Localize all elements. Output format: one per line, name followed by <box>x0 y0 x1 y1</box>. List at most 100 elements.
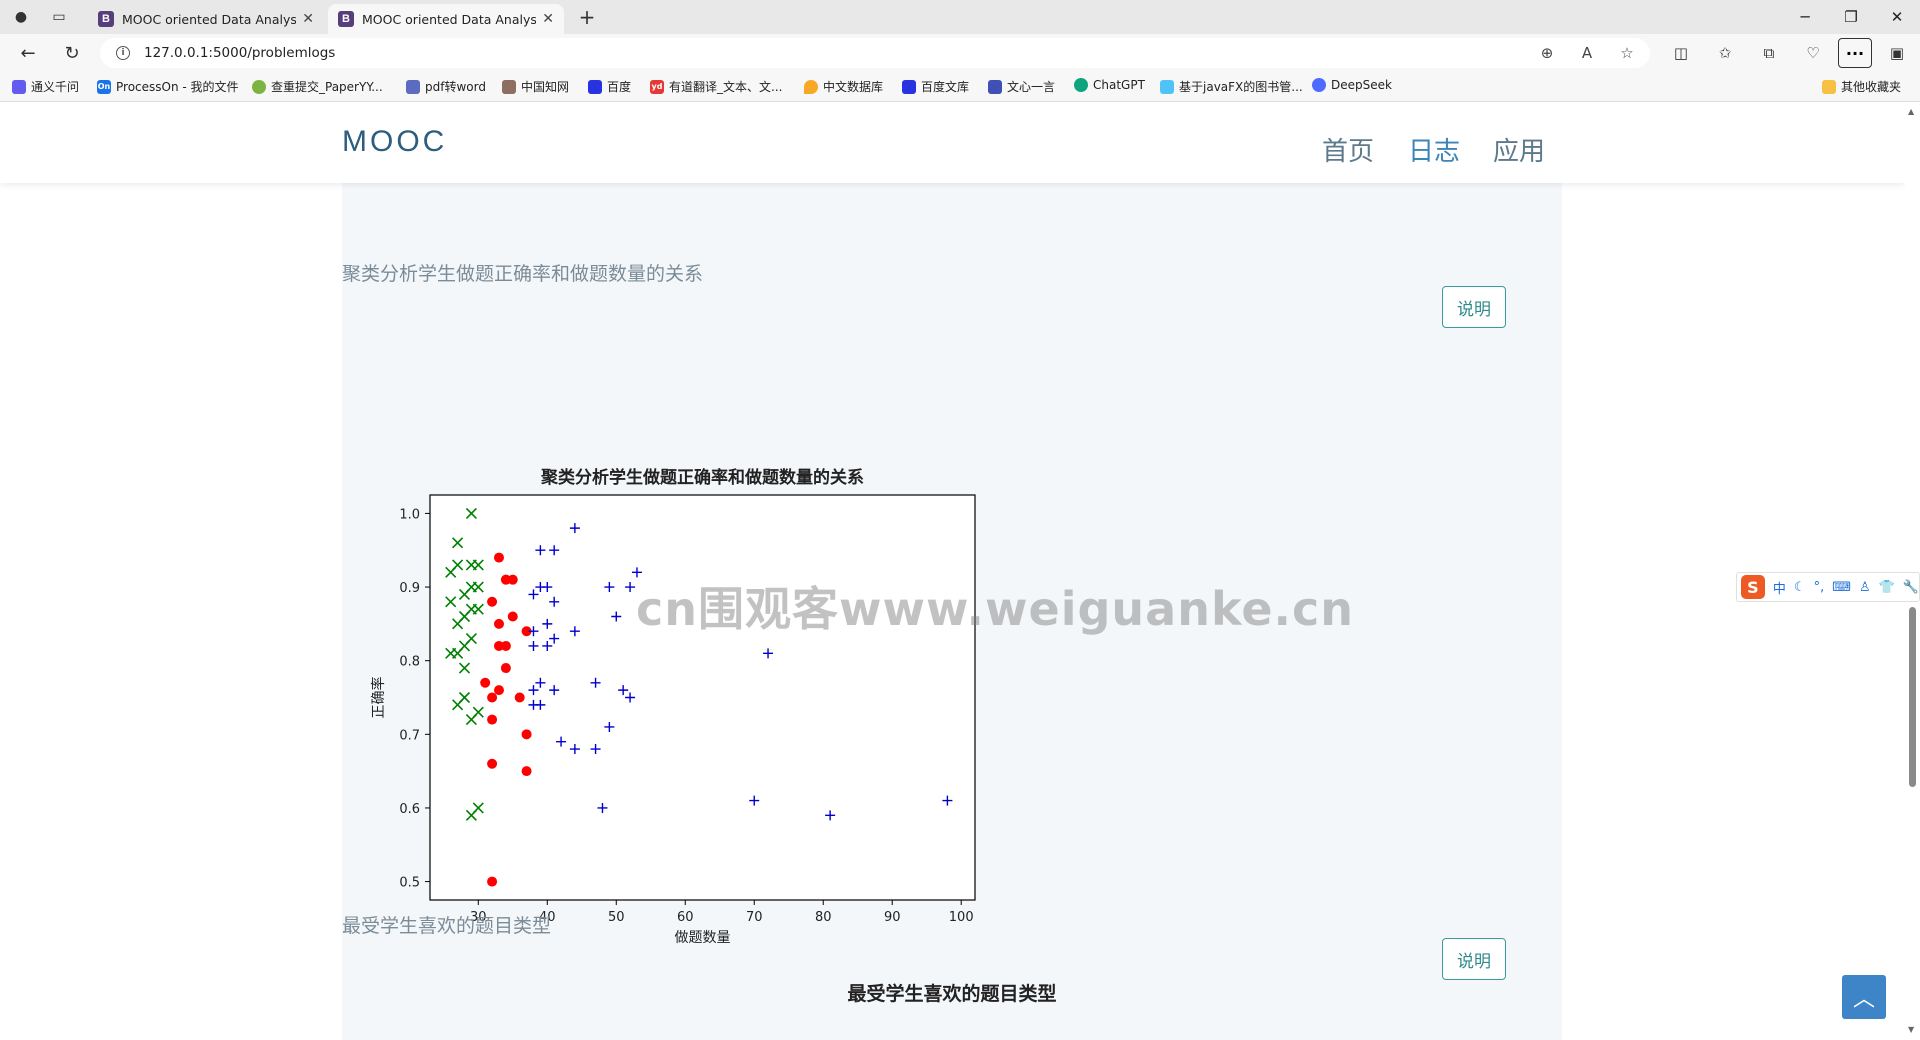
profile-icon[interactable]: ● <box>10 7 32 27</box>
y-tick-label: 0.8 <box>399 655 420 670</box>
site-info-icon[interactable]: i <box>116 46 130 60</box>
chevron-up-icon: ︿ <box>1852 987 1875 1012</box>
x-axis-label: 做题数量 <box>675 930 731 946</box>
x-tick-label: 80 <box>815 910 832 925</box>
y-tick-label: 0.7 <box>399 728 420 743</box>
scatter-point-circle <box>487 596 498 607</box>
address-toolbar: ← ↻ i 127.0.0.1:5000/problemlogs ⊕ A ☆ ◫… <box>0 34 1920 72</box>
tab-2-active[interactable]: B MOOC oriented Data Analysis Sys ✕ <box>328 4 564 34</box>
bookmark-item[interactable]: yd 有道翻译_文本、文... <box>650 78 782 95</box>
close-window-icon[interactable]: ✕ <box>1874 4 1920 30</box>
ime-toolbar[interactable]: S 中 ☾ °, ⌨ ♙ 👕 🔧 <box>1736 572 1920 602</box>
scatter-point-circle <box>493 618 504 629</box>
address-bar[interactable]: i 127.0.0.1:5000/problemlogs <box>100 38 1650 68</box>
scatter-point-circle <box>500 640 511 651</box>
reload-icon[interactable]: ↻ <box>58 40 86 66</box>
scroll-thumb[interactable] <box>1909 607 1916 787</box>
browser-essentials-icon[interactable]: ♡ <box>1800 42 1826 64</box>
scroll-up-icon[interactable]: ▲ <box>1908 107 1914 116</box>
scatter-point-circle <box>507 611 518 622</box>
scroll-down-icon[interactable]: ▼ <box>1908 1025 1914 1034</box>
y-tick-label: 0.9 <box>399 581 420 596</box>
scatter-point-circle <box>521 766 532 777</box>
nav-link-apps[interactable]: 应用 <box>1493 131 1545 168</box>
cnki-icon <box>502 79 516 94</box>
back-arrow-icon[interactable]: ← <box>14 40 42 66</box>
keyboard-icon[interactable]: ⌨ <box>1832 580 1851 595</box>
y-tick-label: 1.0 <box>399 507 420 522</box>
tongyi-icon <box>12 79 26 94</box>
skin-icon[interactable]: 👕 <box>1879 580 1895 595</box>
back-to-top-button[interactable]: ︿ <box>1842 975 1886 1019</box>
favorite-star-icon[interactable]: ☆ <box>1614 38 1640 68</box>
wrench-icon[interactable]: 🔧 <box>1903 580 1919 595</box>
bookmark-item[interactable]: 基于javaFX的图书管... <box>1160 78 1303 95</box>
sogou-logo-icon: S <box>1741 575 1765 599</box>
section-title-favorite-types: 最受学生喜欢的题目类型 <box>342 915 552 937</box>
bookmark-item[interactable]: ChatGPT <box>1074 78 1145 92</box>
close-icon[interactable]: ✕ <box>302 11 314 27</box>
scatter-point-circle <box>487 692 498 703</box>
minimize-icon[interactable]: ─ <box>1782 4 1828 30</box>
user-icon[interactable]: ♙ <box>1859 580 1871 595</box>
baidu-paw-icon <box>588 79 602 94</box>
nav-link-home[interactable]: 首页 <box>1322 131 1374 168</box>
bookmark-item[interactable]: 通义千问 <box>12 78 79 95</box>
collections-icon[interactable]: ⧉ <box>1756 42 1782 64</box>
chatgpt-icon <box>1074 78 1088 92</box>
page-viewport: MOOC 首页 日志 应用 聚类分析学生做题正确率和做题数量的关系 说明 聚类分… <box>0 103 1905 1040</box>
other-bookmarks-folder[interactable]: 其他收藏夹 <box>1822 78 1901 95</box>
new-tab-icon[interactable]: + <box>576 5 598 29</box>
zoom-icon[interactable]: ⊕ <box>1534 38 1560 68</box>
paperyy-icon <box>252 79 266 94</box>
ime-mode[interactable]: 中 <box>1773 578 1786 597</box>
bookmark-item[interactable]: 中文数据库 <box>804 78 883 95</box>
doc-icon <box>1160 79 1174 94</box>
section-title-clustering: 聚类分析学生做题正确率和做题数量的关系 <box>342 263 704 285</box>
tab-strip: ● ▭ B MOOC oriented Data Analysis Sys ✕ … <box>0 0 1920 34</box>
bookmark-item[interactable]: On ProcessOn - 我的文件 <box>97 78 239 95</box>
browser-window: ● ▭ B MOOC oriented Data Analysis Sys ✕ … <box>0 0 1920 1040</box>
bookmark-item[interactable]: 文心一言 <box>988 78 1055 95</box>
scatter-point-circle <box>487 758 498 769</box>
tab-actions-icon[interactable]: ▭ <box>48 7 70 27</box>
scatter-point-circle <box>480 677 491 688</box>
more-menu-icon[interactable]: ··· <box>1838 38 1872 68</box>
restore-icon[interactable]: ❐ <box>1828 4 1874 30</box>
site-brand[interactable]: MOOC <box>342 125 447 159</box>
scatter-plot-svg: 聚类分析学生做题正确率和做题数量的关系做题数量正确率30 40 50 60 70 80 90… <box>370 467 976 946</box>
y-tick-label: 0.5 <box>399 876 420 891</box>
location-pin-icon <box>804 79 818 94</box>
tab-title: MOOC oriented Data Analysis Sys <box>362 11 537 27</box>
moon-icon[interactable]: ☾ <box>1794 580 1806 595</box>
explain-button[interactable]: 说明 <box>1442 938 1506 980</box>
bookmark-item[interactable]: DeepSeek <box>1312 78 1392 92</box>
bookmark-item[interactable]: 中国知网 <box>502 78 569 95</box>
processon-icon: On <box>97 79 111 94</box>
sidebar-icon[interactable]: ▣ <box>1884 42 1910 64</box>
scatter-point-circle <box>514 692 525 703</box>
split-screen-icon[interactable]: ◫ <box>1668 42 1694 64</box>
y-axis-label: 正确率 <box>370 677 387 719</box>
punctuation-icon[interactable]: °, <box>1814 580 1825 595</box>
x-tick-label: 60 <box>677 910 694 925</box>
bookmark-item[interactable]: 百度文库 <box>902 78 969 95</box>
baidu-wenku-icon <box>902 79 916 94</box>
x-tick-label: 70 <box>746 910 763 925</box>
cluster-scatter-chart: 聚类分析学生做题正确率和做题数量的关系 做题数量 正确率 30 40 50 60 70 80 90… <box>365 348 985 948</box>
close-icon[interactable]: ✕ <box>542 11 554 27</box>
bookmark-item[interactable]: 百度 <box>588 78 631 95</box>
explain-button[interactable]: 说明 <box>1442 286 1506 328</box>
read-aloud-icon[interactable]: A <box>1574 38 1600 68</box>
nav-link-logs[interactable]: 日志 <box>1408 131 1460 168</box>
scatter-point-circle <box>500 663 511 674</box>
watermark: cn围观客www.weiguanke.cn <box>636 582 1355 636</box>
scatter-point-circle <box>493 552 504 563</box>
scatter-point-circle <box>487 714 498 725</box>
tab-1[interactable]: B MOOC oriented Data Analysis Sys ✕ <box>88 4 324 34</box>
favorites-icon[interactable]: ✩ <box>1712 42 1738 64</box>
bookmark-item[interactable]: 查重提交_PaperYY... <box>252 78 383 95</box>
scatter-point-circle <box>493 685 504 696</box>
site-navbar: MOOC 首页 日志 应用 <box>0 103 1905 183</box>
bookmark-item[interactable]: pdf转word <box>406 78 486 95</box>
